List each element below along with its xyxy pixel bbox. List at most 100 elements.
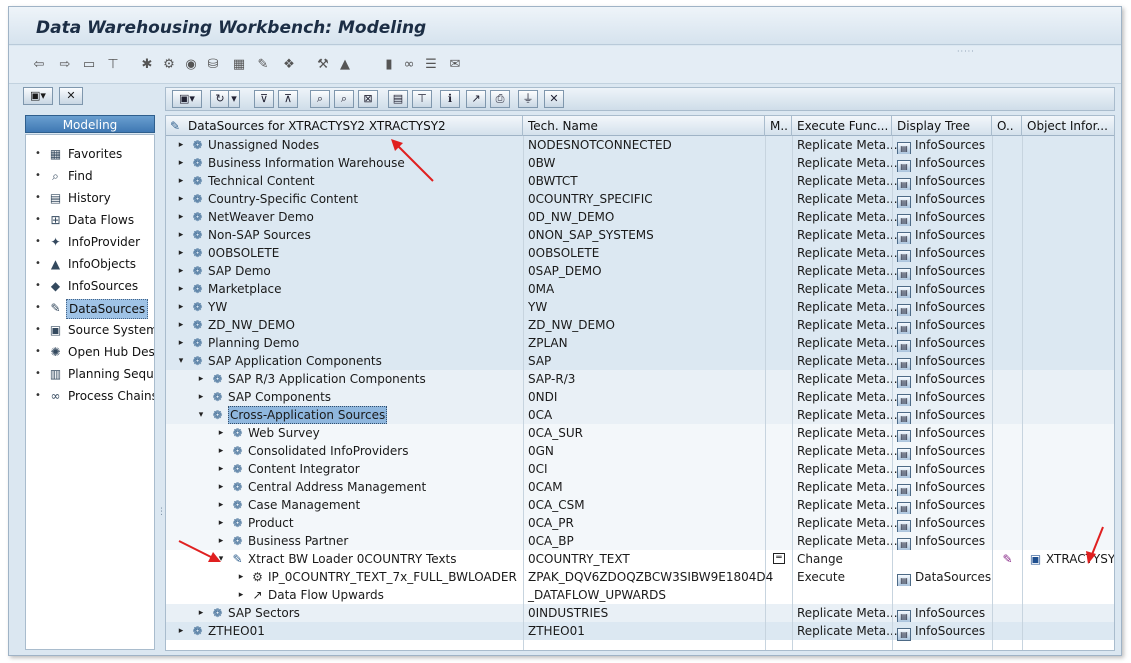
dso-icon[interactable]: ⛁ [205,58,221,72]
expand-node-icon[interactable]: ▸ [236,568,246,586]
collapse-node-icon[interactable]: ▾ [176,352,186,370]
header-tech-name[interactable]: Tech. Name [523,116,765,136]
filter-icon[interactable]: ⏚ [518,90,538,108]
expand-node-icon[interactable]: ▸ [176,262,186,280]
expand-node-icon[interactable]: ▸ [216,532,226,550]
tree-row[interactable]: ▸ ❁ Consolidated InfoProviders 0GN Replicate… [166,442,1114,461]
expand-node-icon[interactable]: ▸ [176,316,186,334]
execute-function[interactable]: Change [797,550,843,568]
display-tree[interactable]: ▤ DataSources [897,568,991,587]
execute-function[interactable]: Replicate Meta... [797,460,898,478]
execute-function[interactable]: Replicate Meta... [797,280,898,298]
tree-row[interactable]: ▸ ❁ Marketplace 0MA Replicate Meta... ▤ InfoSo… [166,280,1114,299]
tree-row[interactable]: ▸ ❁ Content Integrator 0CI Replicate Meta...… [166,460,1114,479]
tree-row[interactable]: ▸ ❁ ZTHEO01 ZTHEO01 Replicate Meta... ▤ InfoSo… [166,622,1114,641]
header-display-tree[interactable]: Display Tree [892,116,992,136]
tree-row[interactable]: ▸ ❁ SAP Components 0NDI Replicate Meta... ▤ In… [166,388,1114,407]
expand-node-icon[interactable]: ▸ [176,334,186,352]
display-tree[interactable]: ▤ InfoSources [897,154,985,173]
display-tree[interactable]: ▤ InfoSources [897,604,985,623]
execute-function[interactable]: Replicate Meta... [797,190,898,208]
header-execute-function[interactable]: Execute Func... [792,116,892,136]
node-name[interactable]: ZD_NW_DEMO [208,316,295,334]
tree-row[interactable]: ▸ ❁ Business Information Warehouse 0BW Repli… [166,154,1114,173]
nav-item-infoobjects[interactable]: • ▲ InfoObjects [26,253,154,275]
expand-node-icon[interactable]: ▸ [176,298,186,316]
node-name[interactable]: Product [248,514,294,532]
node-name[interactable]: Consolidated InfoProviders [248,442,408,460]
nav-item-infoprovider[interactable]: • ✦ InfoProvider [26,231,154,253]
expand-node-icon[interactable]: ▸ [196,604,206,622]
nav-item-infosources[interactable]: • ◆ InfoSources [26,275,154,297]
execute-function[interactable]: Replicate Meta... [797,262,898,280]
display-tree[interactable]: ▤ InfoSources [897,208,985,227]
display-tree[interactable]: ▤ InfoSources [897,406,985,425]
execute-function[interactable]: Execute [797,568,845,586]
expand-node-icon[interactable]: ▸ [216,496,226,514]
collapse-node-icon[interactable]: ▾ [216,550,226,568]
node-name[interactable]: SAP R/3 Application Components [228,370,426,388]
nav-item-data-flows[interactable]: • ⊞ Data Flows [26,209,154,231]
display-tree[interactable]: ▤ InfoSources [897,514,985,533]
execute-function[interactable]: Replicate Meta... [797,172,898,190]
expand-node-icon[interactable]: ▸ [176,136,186,154]
expand-menu-icon[interactable]: ▣▾ [172,90,202,108]
tree-row[interactable]: ▸ ❁ SAP R/3 Application Components SAP-R/3 R… [166,370,1114,389]
object-info-icon[interactable]: ✎ [1000,552,1015,566]
execute-function[interactable]: Replicate Meta... [797,532,898,550]
tree-row[interactable]: ▸ ❁ ZD_NW_DEMO ZD_NW_DEMO Replicate Meta... ▤… [166,316,1114,335]
node-name[interactable]: NetWeaver Demo [208,208,314,226]
tree-row[interactable]: ▸ ❁ NetWeaver Demo 0D_NW_DEMO Replicate Meta… [166,208,1114,227]
nav-item-source-systems[interactable]: • ▣ Source Systems [26,319,154,341]
expand-node-icon[interactable]: ▸ [196,388,206,406]
node-name[interactable]: Non-SAP Sources [208,226,311,244]
window-icon[interactable]: ▭ [81,58,97,72]
collapse-icon[interactable]: ⊼ [278,90,298,108]
infosource-icon[interactable]: ✎ [255,58,271,72]
execute-function[interactable]: Replicate Meta... [797,622,898,640]
filter-tree-icon[interactable]: ⊠ [358,90,378,108]
nav-item-history[interactable]: • ▤ History [26,187,154,209]
execute-function[interactable]: Replicate Meta... [797,604,898,622]
display-tree[interactable]: ▤ InfoSources [897,424,985,443]
expand-icon[interactable]: ⊽ [254,90,274,108]
execute-function[interactable]: Replicate Meta... [797,226,898,244]
forward-arrow-icon[interactable]: ⇨ [57,58,73,72]
node-name[interactable]: Web Survey [248,424,320,442]
find-icon[interactable]: ⌕ [310,90,330,108]
tree-row[interactable]: ▸ ↗ Data Flow Upwards _DATAFLOW_UPWARDS [166,586,1114,604]
expand-node-icon[interactable]: ▸ [196,370,206,388]
execute-function[interactable]: Replicate Meta... [797,298,898,316]
find-next-icon[interactable]: ⌕ [334,90,354,108]
display-tree[interactable]: ▤ InfoSources [897,622,985,641]
execute-function[interactable]: Replicate Meta... [797,316,898,334]
display-tree[interactable]: ▤ InfoSources [897,352,985,371]
expand-node-icon[interactable]: ▸ [176,190,186,208]
display-tree[interactable]: ▤ InfoSources [897,370,985,389]
node-name[interactable]: YW [208,298,227,316]
header-name[interactable]: ✎ DataSources for XTRACTYSY2 XTRACTYSY2 [166,116,523,136]
execute-function[interactable]: Replicate Meta... [797,388,898,406]
tree-row[interactable]: ▸ ❁ 0OBSOLETE 0OBSOLETE Replicate Meta... ▤ In… [166,244,1114,263]
infocube-icon[interactable]: ⚙ [161,58,177,72]
tree-row[interactable]: ▾ ❁ Cross-Application Sources 0CA Replicate … [166,406,1114,425]
expand-node-icon[interactable]: ▸ [176,280,186,298]
dtp-icon[interactable]: ▲ [337,58,353,72]
sign-icon[interactable]: ✉ [447,58,463,72]
tree-row[interactable]: ▸ ❁ SAP Sectors 0INDUSTRIES Replicate Meta..… [166,604,1114,623]
display-tree[interactable]: ▤ InfoSources [897,136,985,155]
nav-dropdown-button[interactable]: ▣▾ [23,87,53,105]
collapse-node-icon[interactable]: ▾ [196,406,206,424]
execute-function[interactable]: Replicate Meta... [797,514,898,532]
display-tree[interactable]: ▤ InfoSources [897,532,985,551]
execute-function[interactable]: Replicate Meta... [797,244,898,262]
execute-function[interactable]: Replicate Meta... [797,334,898,352]
tree-row[interactable]: ▾ ❁ SAP Application Components SAP Replicate… [166,352,1114,371]
tree-row[interactable]: ▸ ❁ Unassigned Nodes NODESNOTCONNECTED Repli… [166,136,1114,155]
header-object-information[interactable]: Object Infor... [1022,116,1114,136]
expand-node-icon[interactable]: ▸ [216,460,226,478]
tree-row[interactable]: ▸ ❁ YW YW Replicate Meta... ▤ InfoSources [166,298,1114,317]
tree-row[interactable]: ▸ ❁ Non-SAP Sources 0NON_SAP_SYSTEMS Replica… [166,226,1114,245]
nav-close-button[interactable]: ✕ [59,87,83,105]
tree-row[interactable]: ▸ ❁ Web Survey 0CA_SUR Replicate Meta... ▤ Inf… [166,424,1114,443]
